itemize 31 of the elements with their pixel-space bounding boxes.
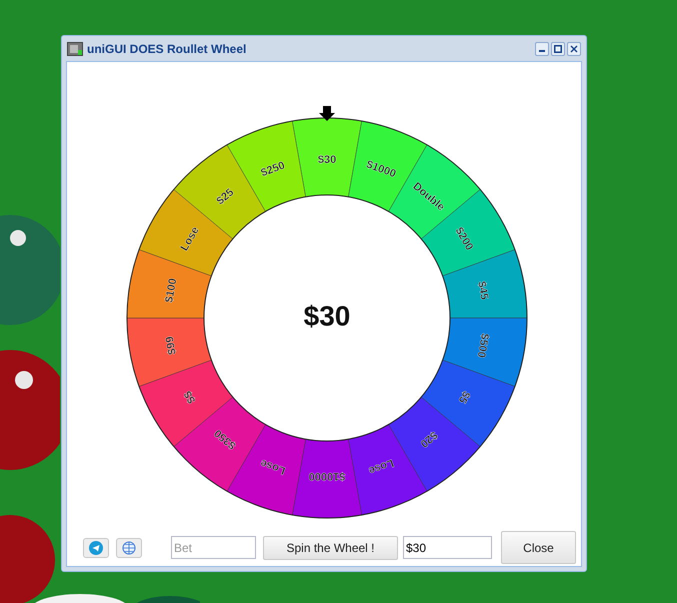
minimize-button[interactable]: [535, 42, 549, 56]
close-button[interactable]: Close: [501, 531, 576, 564]
close-icon: [570, 44, 578, 52]
pointer-arrow-icon: [319, 106, 335, 121]
segment-label: $10000: [308, 470, 346, 482]
segment-label: $45: [475, 280, 490, 301]
segment-label: $30: [318, 154, 336, 166]
segment-label: $500: [474, 332, 491, 359]
segment-label: $20: [418, 428, 440, 450]
segment-label: $5: [456, 388, 472, 406]
send-icon: [89, 540, 103, 554]
globe-icon: [122, 540, 136, 554]
segment-label: $250: [259, 160, 286, 180]
maximize-button[interactable]: [551, 42, 565, 56]
segment-label: $25: [214, 186, 236, 208]
result-field[interactable]: $30: [403, 536, 492, 559]
segment-label: $100: [163, 277, 180, 304]
maximize-icon: [554, 44, 562, 52]
segment-label: $99: [164, 335, 179, 356]
segment-label: $1000: [364, 158, 398, 180]
app-icon: [67, 42, 83, 56]
web-button[interactable]: [116, 538, 142, 558]
result-text: $30: [304, 300, 350, 332]
segment-label: $$: [182, 388, 198, 406]
telegram-button[interactable]: [83, 538, 109, 558]
close-window-button[interactable]: [567, 42, 581, 56]
spin-button[interactable]: Spin the Wheel !: [263, 536, 398, 560]
window-title: uniGUI DOES Roullet Wheel: [87, 40, 246, 58]
bet-field[interactable]: Bet: [171, 536, 256, 559]
segment-label: Lose: [258, 456, 288, 477]
segment-label: Lose: [366, 456, 396, 477]
